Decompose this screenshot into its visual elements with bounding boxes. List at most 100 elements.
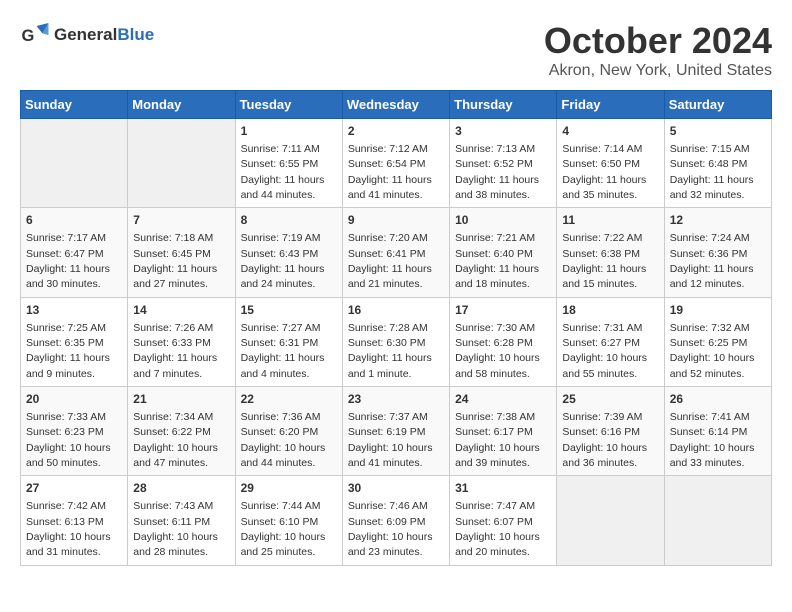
table-row: 17 Sunrise: 7:30 AM Sunset: 6:28 PM Dayli… bbox=[450, 297, 557, 386]
day-number: 28 bbox=[133, 480, 229, 497]
day-number: 21 bbox=[133, 391, 229, 408]
day-info: Sunrise: 7:44 AM Sunset: 6:10 PM Dayligh… bbox=[241, 500, 326, 558]
day-number: 7 bbox=[133, 212, 229, 229]
calendar-body: 1 Sunrise: 7:11 AM Sunset: 6:55 PM Daylig… bbox=[21, 119, 772, 566]
table-row: 30Sunrise: 7:46 AM Sunset: 6:09 PM Dayli… bbox=[342, 476, 449, 565]
day-info: Sunrise: 7:33 AM Sunset: 6:23 PM Dayligh… bbox=[26, 411, 111, 469]
day-number: 31 bbox=[455, 480, 551, 497]
table-row: 10 Sunrise: 7:21 AM Sunset: 6:40 PM Dayli… bbox=[450, 208, 557, 297]
day-info: Sunrise: 7:20 AM Sunset: 6:41 PM Dayligh… bbox=[348, 232, 432, 290]
header-thursday: Thursday bbox=[450, 91, 557, 119]
table-row bbox=[557, 476, 664, 565]
table-row: 15Sunrise: 7:27 AM Sunset: 6:31 PM Dayli… bbox=[235, 297, 342, 386]
table-row: 12Sunrise: 7:24 AM Sunset: 6:36 PM Dayli… bbox=[664, 208, 771, 297]
table-row: 25 Sunrise: 7:39 AM Sunset: 6:16 PM Dayli… bbox=[557, 387, 664, 476]
day-info: Sunrise: 7:22 AM Sunset: 6:38 PM Dayligh… bbox=[562, 232, 646, 290]
table-row: 4 Sunrise: 7:14 AM Sunset: 6:50 PM Daylig… bbox=[557, 119, 664, 208]
day-info: Sunrise: 7:41 AM Sunset: 6:14 PM Dayligh… bbox=[670, 411, 755, 469]
day-info: Sunrise: 7:32 AM Sunset: 6:25 PM Dayligh… bbox=[670, 322, 755, 380]
day-number: 12 bbox=[670, 212, 766, 229]
table-row bbox=[21, 119, 128, 208]
table-row bbox=[128, 119, 235, 208]
calendar-week-row: 13 Sunrise: 7:25 AM Sunset: 6:35 PM Dayli… bbox=[21, 297, 772, 386]
day-number: 23 bbox=[348, 391, 444, 408]
header-sunday: Sunday bbox=[21, 91, 128, 119]
table-row: 3 Sunrise: 7:13 AM Sunset: 6:52 PM Daylig… bbox=[450, 119, 557, 208]
day-info: Sunrise: 7:25 AM Sunset: 6:35 PM Dayligh… bbox=[26, 322, 110, 380]
day-info: Sunrise: 7:21 AM Sunset: 6:40 PM Dayligh… bbox=[455, 232, 539, 290]
day-number: 11 bbox=[562, 212, 658, 229]
day-number: 17 bbox=[455, 302, 551, 319]
day-number: 30 bbox=[348, 480, 444, 497]
location-title: Akron, New York, United States bbox=[544, 62, 772, 80]
day-info: Sunrise: 7:14 AM Sunset: 6:50 PM Dayligh… bbox=[562, 143, 646, 201]
day-info: Sunrise: 7:19 AM Sunset: 6:43 PM Dayligh… bbox=[241, 232, 325, 290]
table-row: 26Sunrise: 7:41 AM Sunset: 6:14 PM Dayli… bbox=[664, 387, 771, 476]
table-row: 27 Sunrise: 7:42 AM Sunset: 6:13 PM Dayli… bbox=[21, 476, 128, 565]
day-number: 29 bbox=[241, 480, 337, 497]
table-row: 8Sunrise: 7:19 AM Sunset: 6:43 PM Daylig… bbox=[235, 208, 342, 297]
day-info: Sunrise: 7:42 AM Sunset: 6:13 PM Dayligh… bbox=[26, 500, 111, 558]
table-row: 13 Sunrise: 7:25 AM Sunset: 6:35 PM Dayli… bbox=[21, 297, 128, 386]
table-row: 19Sunrise: 7:32 AM Sunset: 6:25 PM Dayli… bbox=[664, 297, 771, 386]
day-info: Sunrise: 7:13 AM Sunset: 6:52 PM Dayligh… bbox=[455, 143, 539, 201]
day-info: Sunrise: 7:36 AM Sunset: 6:20 PM Dayligh… bbox=[241, 411, 326, 469]
day-info: Sunrise: 7:34 AM Sunset: 6:22 PM Dayligh… bbox=[133, 411, 218, 469]
day-info: Sunrise: 7:28 AM Sunset: 6:30 PM Dayligh… bbox=[348, 322, 432, 380]
day-number: 10 bbox=[455, 212, 551, 229]
day-info: Sunrise: 7:43 AM Sunset: 6:11 PM Dayligh… bbox=[133, 500, 218, 558]
day-info: Sunrise: 7:47 AM Sunset: 6:07 PM Dayligh… bbox=[455, 500, 540, 558]
header-friday: Friday bbox=[557, 91, 664, 119]
svg-text:G: G bbox=[22, 27, 35, 45]
table-row: 2 Sunrise: 7:12 AM Sunset: 6:54 PM Daylig… bbox=[342, 119, 449, 208]
day-number: 16 bbox=[348, 302, 444, 319]
table-row: 20Sunrise: 7:33 AM Sunset: 6:23 PM Dayli… bbox=[21, 387, 128, 476]
day-number: 18 bbox=[562, 302, 658, 319]
day-number: 1 bbox=[241, 123, 337, 140]
header-saturday: Saturday bbox=[664, 91, 771, 119]
day-info: Sunrise: 7:18 AM Sunset: 6:45 PM Dayligh… bbox=[133, 232, 217, 290]
day-number: 6 bbox=[26, 212, 122, 229]
calendar-week-row: 20Sunrise: 7:33 AM Sunset: 6:23 PM Dayli… bbox=[21, 387, 772, 476]
day-info: Sunrise: 7:17 AM Sunset: 6:47 PM Dayligh… bbox=[26, 232, 110, 290]
day-info: Sunrise: 7:26 AM Sunset: 6:33 PM Dayligh… bbox=[133, 322, 217, 380]
day-number: 2 bbox=[348, 123, 444, 140]
day-number: 27 bbox=[26, 480, 122, 497]
day-info: Sunrise: 7:30 AM Sunset: 6:28 PM Dayligh… bbox=[455, 322, 540, 380]
weekday-header-row: Sunday Monday Tuesday Wednesday Thursday… bbox=[21, 91, 772, 119]
day-info: Sunrise: 7:39 AM Sunset: 6:16 PM Dayligh… bbox=[562, 411, 647, 469]
day-number: 9 bbox=[348, 212, 444, 229]
day-number: 3 bbox=[455, 123, 551, 140]
day-info: Sunrise: 7:38 AM Sunset: 6:17 PM Dayligh… bbox=[455, 411, 540, 469]
table-row: 9 Sunrise: 7:20 AM Sunset: 6:41 PM Daylig… bbox=[342, 208, 449, 297]
calendar-header: Sunday Monday Tuesday Wednesday Thursday… bbox=[21, 91, 772, 119]
day-number: 25 bbox=[562, 391, 658, 408]
logo: G GeneralBlue bbox=[20, 20, 154, 50]
day-number: 22 bbox=[241, 391, 337, 408]
table-row: 1 Sunrise: 7:11 AM Sunset: 6:55 PM Daylig… bbox=[235, 119, 342, 208]
table-row: 21 Sunrise: 7:34 AM Sunset: 6:22 PM Dayli… bbox=[128, 387, 235, 476]
table-row: 24 Sunrise: 7:38 AM Sunset: 6:17 PM Dayli… bbox=[450, 387, 557, 476]
month-title: October 2024 bbox=[544, 20, 772, 62]
table-row: 23Sunrise: 7:37 AM Sunset: 6:19 PM Dayli… bbox=[342, 387, 449, 476]
calendar-table: Sunday Monday Tuesday Wednesday Thursday… bbox=[20, 90, 772, 566]
calendar-week-row: 27 Sunrise: 7:42 AM Sunset: 6:13 PM Dayli… bbox=[21, 476, 772, 565]
day-number: 24 bbox=[455, 391, 551, 408]
logo-blue-text: Blue bbox=[117, 25, 154, 44]
logo-general-text: General bbox=[54, 25, 117, 44]
day-number: 4 bbox=[562, 123, 658, 140]
day-info: Sunrise: 7:11 AM Sunset: 6:55 PM Dayligh… bbox=[241, 143, 325, 201]
day-info: Sunrise: 7:15 AM Sunset: 6:48 PM Dayligh… bbox=[670, 143, 754, 201]
table-row: 6 Sunrise: 7:17 AM Sunset: 6:47 PM Daylig… bbox=[21, 208, 128, 297]
header-monday: Monday bbox=[128, 91, 235, 119]
table-row: 7 Sunrise: 7:18 AM Sunset: 6:45 PM Daylig… bbox=[128, 208, 235, 297]
logo-icon: G bbox=[20, 20, 50, 50]
day-info: Sunrise: 7:12 AM Sunset: 6:54 PM Dayligh… bbox=[348, 143, 432, 201]
day-number: 15 bbox=[241, 302, 337, 319]
table-row: 28 Sunrise: 7:43 AM Sunset: 6:11 PM Dayli… bbox=[128, 476, 235, 565]
day-number: 13 bbox=[26, 302, 122, 319]
calendar-week-row: 1 Sunrise: 7:11 AM Sunset: 6:55 PM Daylig… bbox=[21, 119, 772, 208]
page-header: G GeneralBlue October 2024 Akron, New Yo… bbox=[20, 20, 772, 80]
day-number: 14 bbox=[133, 302, 229, 319]
table-row: 14 Sunrise: 7:26 AM Sunset: 6:33 PM Dayli… bbox=[128, 297, 235, 386]
